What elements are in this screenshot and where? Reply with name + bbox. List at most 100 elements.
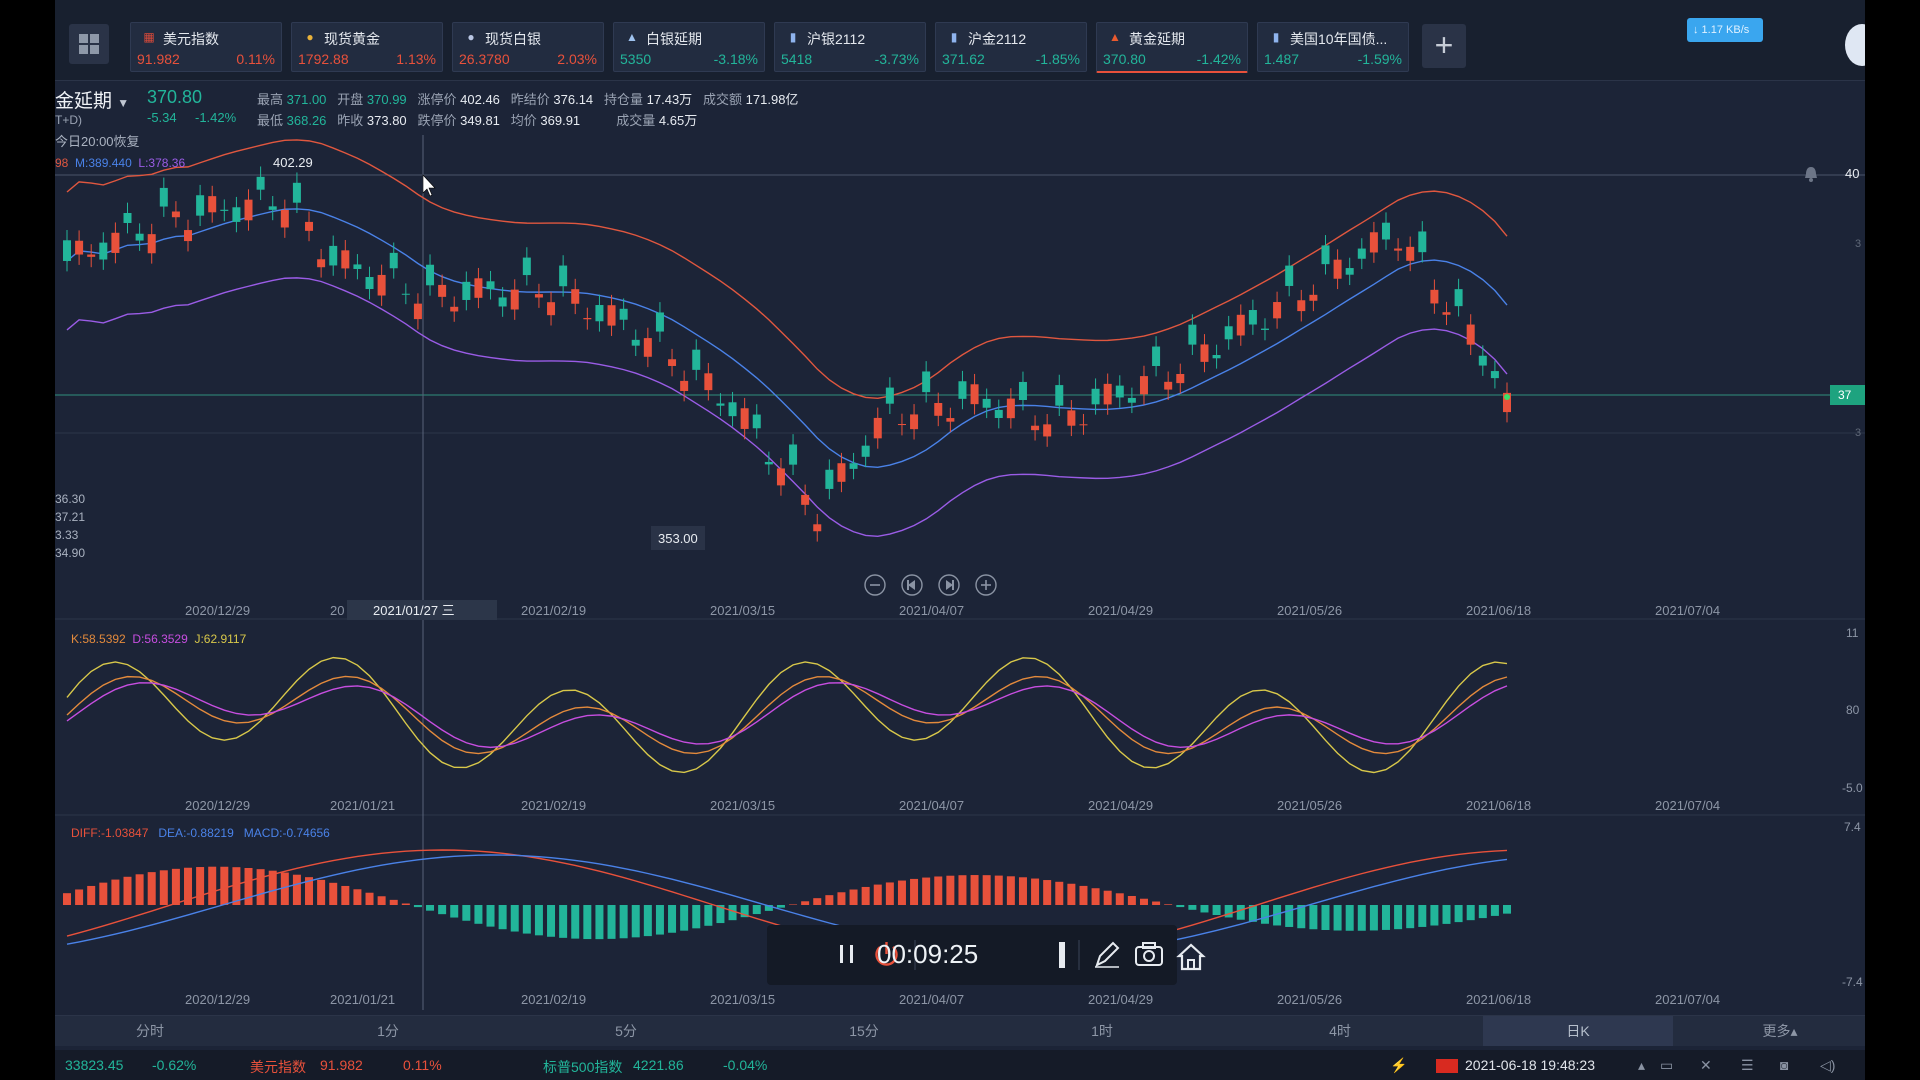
candle: [994, 409, 1003, 418]
candle: [1466, 324, 1475, 345]
candle: [1260, 328, 1269, 330]
home-icon[interactable]: [1175, 941, 1207, 973]
chevron-up-icon[interactable]: ▴: [1638, 1057, 1645, 1074]
pen-icon[interactable]: [1095, 941, 1120, 968]
macd-bar: [680, 905, 689, 931]
candle: [1067, 410, 1076, 426]
candle: [99, 242, 108, 260]
bell-icon[interactable]: [1802, 165, 1820, 183]
macd-bar: [970, 875, 979, 905]
candle: [184, 230, 193, 242]
date-tick: 2021/07/04: [1655, 798, 1720, 813]
candle: [1031, 425, 1040, 431]
candle: [1357, 248, 1366, 259]
date-tick: 2021/04/29: [1088, 798, 1153, 813]
candle: [87, 254, 96, 257]
macd-bar: [474, 905, 483, 924]
macd-bar: [1212, 905, 1221, 916]
status-bar: 33823.45 -0.62% 美元指数 91.982 0.11% 标普500指…: [55, 1050, 1865, 1080]
candle: [389, 252, 398, 269]
macd-bar: [171, 868, 180, 905]
period-tab[interactable]: 分时: [55, 1016, 245, 1046]
kline-chart[interactable]: 2020/12/29 20 2021/02/19 2021/03/15 2021/04/…: [55, 0, 1865, 1015]
period-tab[interactable]: 5分: [531, 1016, 721, 1046]
camera-icon[interactable]: [1135, 942, 1163, 966]
macd-bar: [208, 866, 217, 905]
zoom-in-icon[interactable]: [975, 574, 997, 596]
menu-icon[interactable]: ☰: [1741, 1057, 1754, 1074]
candle: [668, 359, 677, 366]
date-tick: 2021/01/21: [330, 798, 395, 813]
candle: [1139, 376, 1148, 395]
last-price-dot: [1504, 394, 1510, 400]
screenshot-icon[interactable]: ◙: [1780, 1057, 1788, 1073]
candle: [365, 277, 374, 290]
candle: [1164, 381, 1173, 390]
macd-bar: [1394, 905, 1403, 930]
candle: [171, 211, 180, 218]
candle: [559, 265, 568, 287]
macd-bar: [1139, 898, 1148, 905]
step-back-icon[interactable]: [901, 574, 923, 596]
macd-bar: [728, 905, 737, 921]
macd-bar: [825, 895, 834, 905]
macd-bar: [849, 889, 858, 905]
candle: [547, 302, 556, 316]
macd-bar: [63, 893, 71, 905]
macd-bar: [982, 875, 991, 905]
tools-icon[interactable]: ✕: [1700, 1057, 1712, 1074]
date-tick: 2021/04/07: [899, 798, 964, 813]
macd-bar: [946, 875, 955, 905]
audio-level-icon: [1059, 942, 1065, 968]
period-tab[interactable]: 1分: [293, 1016, 483, 1046]
candle: [196, 195, 205, 216]
macd-bar: [607, 905, 616, 939]
macd-bar: [668, 905, 677, 933]
zoom-out-icon[interactable]: [864, 574, 886, 596]
macd-bar: [1345, 905, 1354, 931]
period-tab[interactable]: 更多▴: [1715, 1016, 1845, 1046]
date-tick: 2021/04/29: [1088, 992, 1153, 1007]
status-index-2-value: 91.982: [320, 1057, 363, 1073]
candle: [1200, 344, 1209, 362]
candle: [1006, 398, 1015, 419]
macd-bar: [801, 901, 810, 905]
macd-bar: [1067, 883, 1076, 905]
left-value-list: 36.30 37.21 3.33 34.90: [55, 492, 86, 560]
macd-bar: [571, 905, 580, 939]
candle: [740, 408, 749, 429]
kdj-axis-top: 11: [1846, 626, 1859, 640]
date-tick: 2021/03/15: [710, 603, 775, 618]
macd-bar: [147, 872, 156, 905]
speaker-icon[interactable]: ◁): [1820, 1057, 1835, 1074]
window-icon[interactable]: ▭: [1660, 1057, 1673, 1074]
candle: [244, 199, 253, 221]
period-tab[interactable]: 15分: [769, 1016, 959, 1046]
macd-bar: [1285, 905, 1294, 927]
period-tab[interactable]: 4时: [1245, 1016, 1435, 1046]
period-tabs: 分时 1分 5分 15分 1时 4时 日K 更多▴: [55, 1015, 1865, 1046]
macd-bar: [619, 905, 628, 939]
macd-bar: [1309, 905, 1318, 930]
pause-icon[interactable]: [840, 945, 853, 963]
date-tick: 2021/03/15: [710, 992, 775, 1007]
macd-bar: [655, 905, 664, 935]
candle: [1248, 310, 1257, 325]
candle: [159, 187, 168, 207]
candle: [341, 250, 350, 269]
macd-bar: [111, 879, 120, 905]
candle: [982, 398, 991, 408]
macd-bar: [244, 867, 253, 905]
macd-bar: [196, 867, 205, 905]
macd-bar: [704, 905, 713, 926]
broadcast-icon[interactable]: ⚡: [1390, 1057, 1407, 1074]
period-tab[interactable]: 1时: [1007, 1016, 1197, 1046]
candle: [1043, 424, 1052, 437]
step-forward-icon[interactable]: [938, 574, 960, 596]
period-tab[interactable]: 日K: [1483, 1016, 1673, 1046]
macd-bar: [1321, 905, 1330, 931]
macd-bar: [1357, 905, 1366, 931]
right-axis-label-2: 3: [1855, 427, 1862, 439]
china-flag-icon: [1436, 1059, 1458, 1073]
candle: [873, 417, 882, 439]
